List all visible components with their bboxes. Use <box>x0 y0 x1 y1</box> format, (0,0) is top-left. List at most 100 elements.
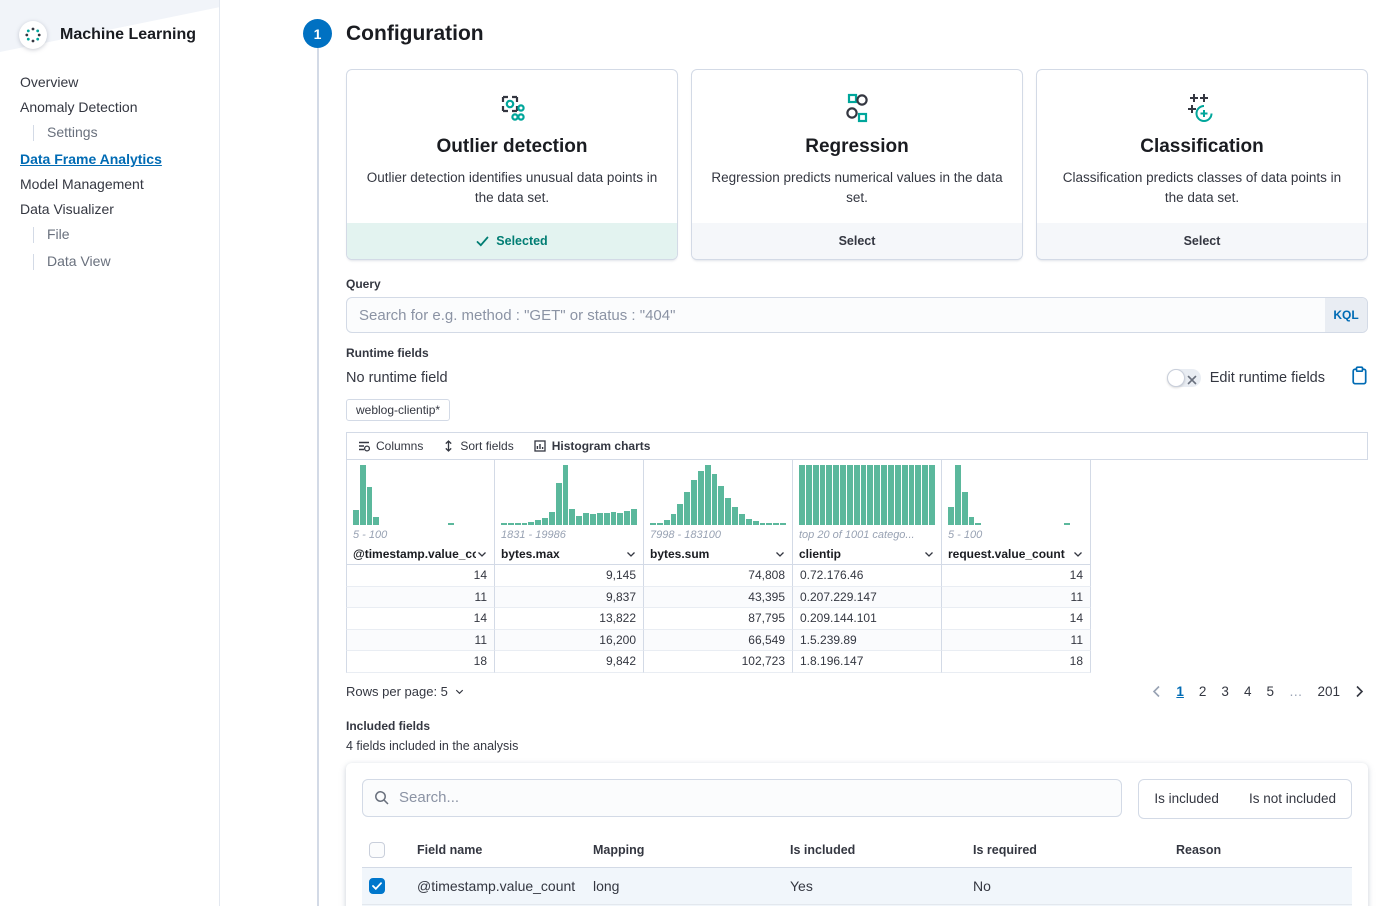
grid-cell: 11 <box>346 587 495 609</box>
check-icon <box>476 236 489 247</box>
step-number-badge: 1 <box>303 19 332 48</box>
header-is-required[interactable]: Is required <box>973 843 1176 857</box>
toggle-knob <box>1167 369 1185 387</box>
kql-language-button[interactable]: KQL <box>1325 298 1367 332</box>
sort-icon <box>443 440 454 452</box>
header-is-included[interactable]: Is included <box>790 843 973 857</box>
bytes-sum-histogram <box>650 465 786 528</box>
edit-runtime-fields-toggle[interactable] <box>1167 369 1201 387</box>
sidebar-nav: Overview Anomaly Detection Settings Data… <box>0 49 219 270</box>
columns-button[interactable]: Columns <box>358 439 423 453</box>
page-5[interactable]: 5 <box>1266 684 1274 699</box>
page-3[interactable]: 3 <box>1221 684 1229 699</box>
histogram-charts-button[interactable]: Histogram charts <box>534 439 651 453</box>
header-mapping[interactable]: Mapping <box>593 843 790 857</box>
page-2[interactable]: 2 <box>1199 684 1207 699</box>
step-connector-line <box>317 48 319 906</box>
is-included-filter-button[interactable]: Is included <box>1139 780 1234 818</box>
table-row: 18 9,842 102,723 1.8.196.147 18 <box>346 651 1368 673</box>
page-1[interactable]: 1 <box>1176 684 1184 699</box>
card-classification[interactable]: Classification Classification predicts c… <box>1036 69 1368 260</box>
grid-cell: 0.209.144.101 <box>793 608 942 630</box>
card-outlier-body: Outlier detection Outlier detection iden… <box>347 70 677 223</box>
column-name: @timestamp.value_count <box>353 547 476 561</box>
table-row: 14 13,822 87,795 0.209.144.101 14 <box>346 608 1368 630</box>
table-row: 14 9,145 74,808 0.72.176.46 14 <box>346 565 1368 587</box>
grid-cell: 102,723 <box>644 651 793 673</box>
sidebar-item-settings[interactable]: Settings <box>33 125 219 141</box>
rows-per-page-button[interactable]: Rows per page: 5 <box>346 684 465 699</box>
grid-cell: 14 <box>346 608 495 630</box>
grid-rows: 14 9,145 74,808 0.72.176.46 14 11 9,837 … <box>346 565 1368 673</box>
card-classification-footer-label: Select <box>1184 234 1221 248</box>
row-checkbox[interactable] <box>369 878 385 894</box>
grid-cell: 11 <box>942 630 1091 652</box>
copy-clipboard-icon[interactable] <box>1351 366 1368 390</box>
column-header-bytes-max[interactable]: 1831 - 19986 bytes.max <box>495 460 643 565</box>
chevron-down-icon[interactable] <box>923 548 935 560</box>
card-regression-select-footer[interactable]: Select <box>692 223 1022 259</box>
card-outlier-footer-label: Selected <box>496 234 547 248</box>
chevron-right-icon[interactable] <box>1355 685 1364 698</box>
card-regression-title: Regression <box>710 136 1004 158</box>
card-regression[interactable]: Regression Regression predicts numerical… <box>691 69 1023 260</box>
histogram-range: 5 - 100 <box>948 528 1084 543</box>
page-ellipsis: … <box>1289 684 1303 699</box>
header-reason[interactable]: Reason <box>1176 843 1352 857</box>
card-outlier-selected-footer[interactable]: Selected <box>347 223 677 259</box>
sidebar-item-data-visualizer[interactable]: Data Visualizer <box>20 202 219 216</box>
chevron-left-icon[interactable] <box>1152 685 1161 698</box>
sidebar-item-data-view[interactable]: Data View <box>33 254 219 270</box>
index-pattern-badge: weblog-clientip* <box>346 399 450 421</box>
grid-cell: 16,200 <box>495 630 644 652</box>
chevron-down-icon <box>454 686 465 697</box>
columns-button-label: Columns <box>376 439 423 453</box>
select-all-checkbox[interactable] <box>369 842 385 858</box>
grid-cell: 14 <box>942 565 1091 587</box>
sidebar-header: Machine Learning <box>0 0 219 49</box>
query-input[interactable] <box>347 298 1325 332</box>
header-field-name[interactable]: Field name <box>417 843 593 857</box>
grid-cell: 11 <box>942 587 1091 609</box>
grid-column-headers: 5 - 100 @timestamp.value_count 1831 - 19… <box>346 460 1368 565</box>
regression-icon <box>710 87 1004 131</box>
chevron-down-icon[interactable] <box>774 548 786 560</box>
column-header-bytes-sum[interactable]: 7998 - 183100 bytes.sum <box>644 460 792 565</box>
column-name: bytes.sum <box>650 547 774 561</box>
sidebar-item-file[interactable]: File <box>33 227 219 243</box>
column-header-clientip[interactable]: top 20 of 1001 catego... clientip <box>793 460 941 565</box>
card-outlier-detection[interactable]: Outlier detection Outlier detection iden… <box>346 69 678 260</box>
grid-cell: 9,145 <box>495 565 644 587</box>
fields-search-input[interactable] <box>399 789 1110 806</box>
sidebar-item-overview[interactable]: Overview <box>20 75 219 89</box>
sidebar-item-data-frame-analytics[interactable]: Data Frame Analytics <box>20 152 219 166</box>
chevron-down-icon[interactable] <box>625 548 637 560</box>
grid-cell: 18 <box>346 651 495 673</box>
page-4[interactable]: 4 <box>1244 684 1252 699</box>
chevron-down-icon[interactable] <box>476 548 488 560</box>
field-filter-group: Is included Is not included <box>1138 779 1352 819</box>
grid-cell: 87,795 <box>644 608 793 630</box>
histogram-range: top 20 of 1001 catego... <box>799 528 935 543</box>
page-title: Configuration <box>346 20 1368 48</box>
column-header-timestamp-value-count[interactable]: 5 - 100 @timestamp.value_count <box>347 460 494 565</box>
grid-toolbar: Columns Sort fields Histogram charts <box>346 432 1368 460</box>
runtime-fields-status: No runtime field <box>346 370 1167 386</box>
sidebar-item-model-management[interactable]: Model Management <box>20 177 219 191</box>
page-201[interactable]: 201 <box>1317 684 1340 699</box>
column-header-request-value-count[interactable]: 5 - 100 request.value_count <box>942 460 1090 565</box>
card-regression-footer-label: Select <box>839 234 876 248</box>
grid-cell: 9,842 <box>495 651 644 673</box>
card-classification-select-footer[interactable]: Select <box>1037 223 1367 259</box>
edit-runtime-fields-label: Edit runtime fields <box>1210 370 1325 386</box>
classification-icon <box>1055 87 1349 131</box>
fields-search-box <box>362 779 1122 817</box>
sort-fields-button[interactable]: Sort fields <box>443 439 513 453</box>
card-regression-body: Regression Regression predicts numerical… <box>692 70 1022 223</box>
field-name-cell: @timestamp.value_count <box>417 878 593 894</box>
table-row: 11 16,200 66,549 1.5.239.89 11 <box>346 630 1368 652</box>
chevron-down-icon[interactable] <box>1072 548 1084 560</box>
is-not-included-filter-button[interactable]: Is not included <box>1234 780 1351 818</box>
sidebar-item-anomaly-detection[interactable]: Anomaly Detection <box>20 100 219 114</box>
included-fields-subtitle: 4 fields included in the analysis <box>346 739 1368 753</box>
